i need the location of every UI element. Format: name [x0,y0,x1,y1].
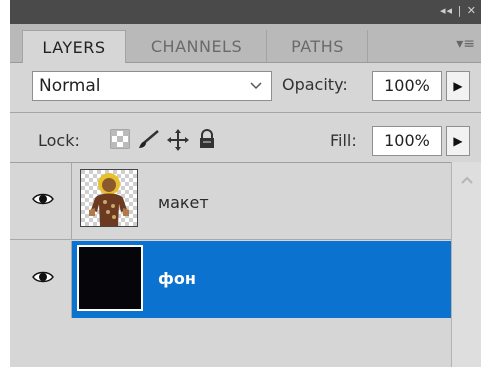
layers-list: макет фон [10,162,451,367]
layer-thumbnail [80,169,138,227]
lock-brush-icon[interactable] [138,129,159,149]
layer-row-fon[interactable]: фон [10,241,451,318]
blend-mode-value: Normal [39,76,101,96]
opacity-slider-button[interactable]: ▶ [446,71,470,101]
layers-scrollbar[interactable] [451,162,481,367]
lock-position-icon[interactable] [167,129,189,151]
layer-row-maket[interactable]: макет [10,163,451,240]
eye-icon [32,269,54,290]
opacity-field[interactable]: 100% [372,71,442,101]
lock-all-icon[interactable] [198,129,218,149]
panel-title-strip: ◂◂ | ✕ [10,0,481,24]
visibility-toggle[interactable] [10,163,72,240]
blend-opacity-row: Normal Opacity: 100% ▶ [10,62,481,108]
blend-mode-select[interactable]: Normal [32,71,272,101]
tab-layers[interactable]: LAYERS [22,30,126,63]
layer-name: макет [158,193,209,212]
panel-tabbar: LAYERS CHANNELS PATHS ▾≡ [10,24,481,63]
fill-slider-button[interactable]: ▶ [446,126,470,156]
lock-fill-row: Lock: Fill: 100% ▶ [10,118,481,162]
fill-label: Fill: [330,131,357,150]
opacity-label: Opacity: [282,75,348,94]
layer-name: фон [158,269,196,288]
panel-menu-icon[interactable]: ▾≡ [456,36,475,52]
collapse-close-controls[interactable]: ◂◂ | ✕ [440,4,477,17]
fill-field[interactable]: 100% [372,126,442,156]
chevron-down-icon [249,72,263,110]
visibility-toggle[interactable] [10,241,72,318]
eye-icon [32,191,54,212]
scroll-up-icon[interactable] [460,172,474,188]
layers-panel: ◂◂ | ✕ LAYERS CHANNELS PATHS ▾≡ Normal O… [10,0,481,367]
lock-label: Lock: [38,131,80,150]
lock-transparent-icon[interactable] [110,129,130,149]
divider [10,112,481,113]
tab-channels[interactable]: CHANNELS [127,30,267,62]
tab-paths[interactable]: PATHS [268,30,368,62]
layer-thumbnail [77,245,143,311]
